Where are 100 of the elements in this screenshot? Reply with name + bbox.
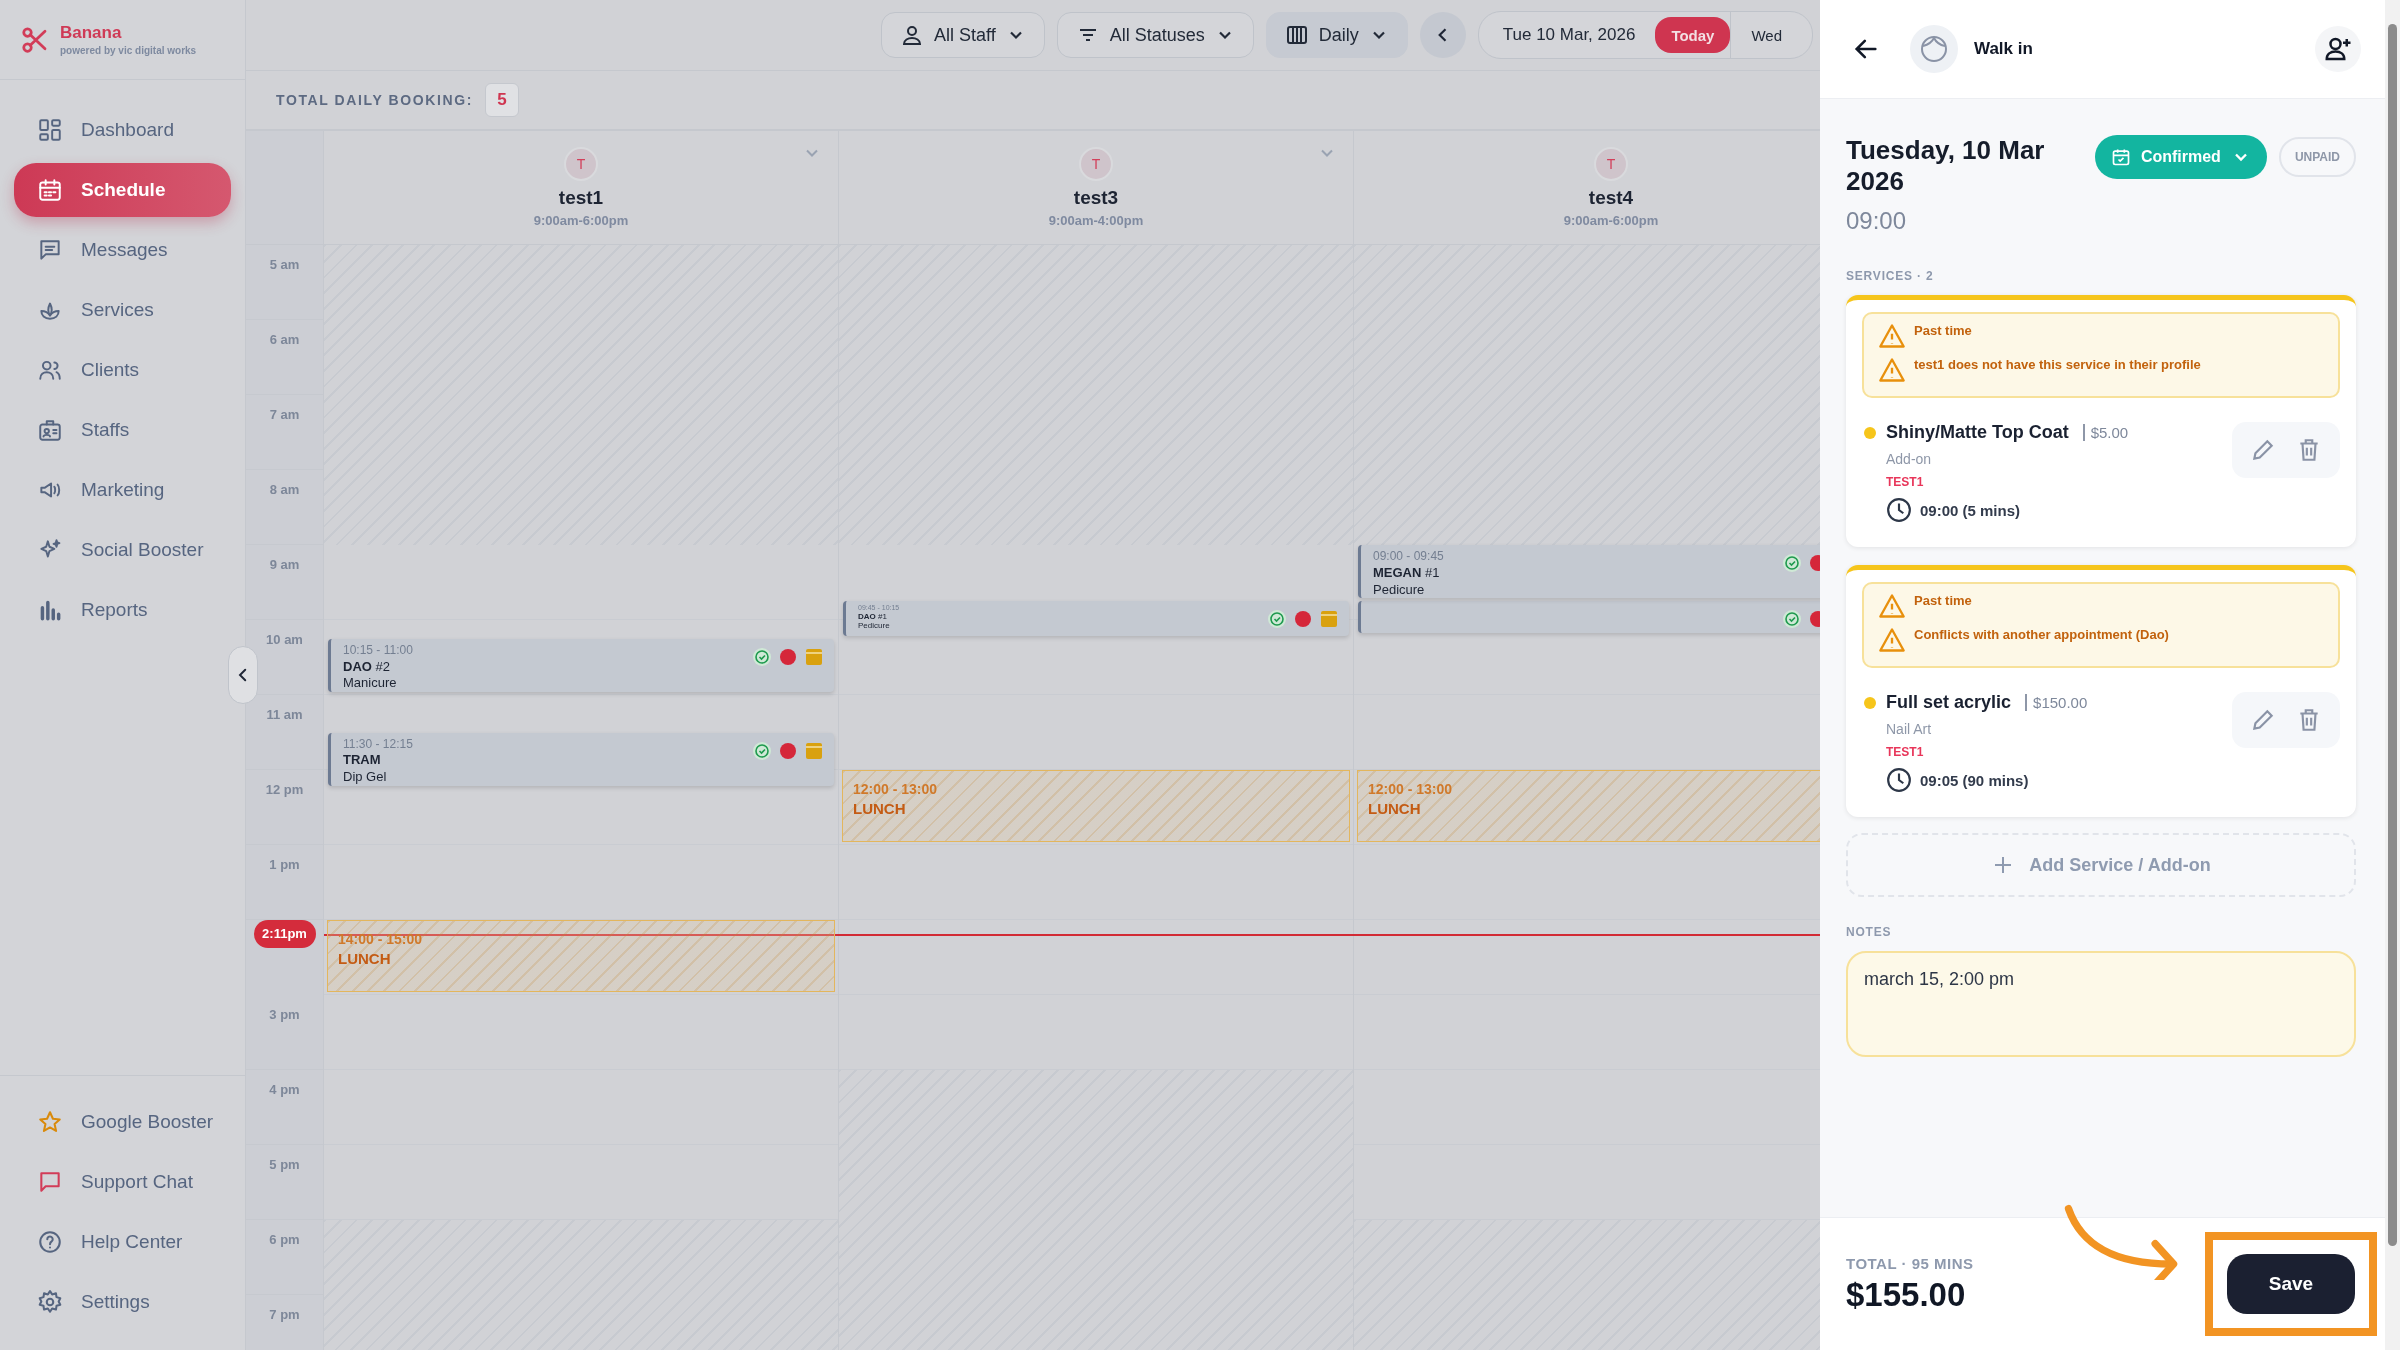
nav-item[interactable]: Marketing — [0, 460, 245, 520]
client-avatar-icon — [1910, 25, 1958, 73]
nav-item[interactable]: Support Chat — [0, 1152, 245, 1212]
star-icon — [37, 1109, 63, 1135]
lunch-block[interactable]: 12:00 - 13:00 LUNCH — [1357, 770, 1820, 842]
warning-icon — [1878, 356, 1906, 385]
note-icon — [804, 646, 824, 667]
check-circle-icon — [752, 646, 772, 667]
hour-label: 7 am — [269, 407, 300, 422]
chat-icon — [37, 1169, 63, 1195]
status-dropdown[interactable]: Confirmed — [2094, 135, 2267, 179]
status-dot-icon — [778, 646, 798, 667]
clock-icon — [1886, 497, 1912, 524]
warning-text: Conflicts with another appointment (Dao) — [1914, 627, 2169, 643]
client-name: Walk in — [1974, 39, 2033, 59]
appointment-time: 10:15 - 11:00 — [343, 643, 413, 658]
columns-icon — [1284, 23, 1309, 47]
date-button[interactable]: Tue 10 Mar, 2026 — [1482, 12, 1656, 58]
today-button[interactable]: Today — [1655, 17, 1731, 53]
lunch-block[interactable]: 14:00 - 15:00 LUNCH — [327, 920, 835, 992]
add-client-button[interactable] — [2315, 26, 2361, 72]
total-label: TOTAL · 95 MINS — [1846, 1254, 1975, 1272]
appointment-time: 09:00 - 09:45 — [1373, 550, 1444, 564]
view-dropdown[interactable]: Daily — [1265, 12, 1408, 58]
appointment-date: Tuesday, 10 Mar 2026 — [1846, 135, 2046, 198]
scrollbar-thumb[interactable] — [2388, 24, 2397, 1246]
service-dot — [1864, 696, 1876, 709]
note-icon — [804, 740, 824, 761]
service-time: 09:00 (5 mins) — [1920, 501, 2021, 519]
lunch-label: LUNCH — [853, 800, 906, 817]
staff-hours: 9:00am-6:00pm — [533, 213, 629, 228]
nav-item[interactable]: Messages — [0, 220, 245, 280]
nav-item[interactable]: Dashboard — [0, 100, 245, 160]
lunch-label: LUNCH — [338, 950, 391, 967]
hour-label: 1 pm — [269, 857, 300, 872]
dashboard-icon — [37, 117, 63, 143]
person-icon — [900, 23, 924, 47]
hour-label: 12 pm — [265, 782, 304, 797]
staff-avatar: T — [1079, 147, 1113, 181]
nav-item[interactable]: Clients — [0, 340, 245, 400]
service-category: Nail Art — [1886, 721, 1932, 738]
status-dot-icon — [1293, 608, 1313, 629]
appointment-card[interactable]: 09:00 - 09:45 MEGAN #1 Pedicure — [1358, 545, 1820, 599]
id-badge-icon — [37, 417, 63, 443]
check-circle-icon — [1782, 609, 1802, 630]
staff-filter-dropdown[interactable]: All Staff — [881, 12, 1045, 58]
notes-heading: NOTES — [1846, 925, 1892, 940]
nav-item[interactable]: Schedule — [14, 163, 231, 217]
services-heading: SERVICES · 2 — [1846, 269, 1934, 284]
staff-name: test4 — [1588, 187, 1634, 209]
appointment-card[interactable]: 11:30 - 12:15 TRAM Dip Gel — [328, 732, 834, 786]
status-filter-dropdown[interactable]: All Statuses — [1056, 12, 1254, 58]
note-icon — [1319, 608, 1339, 629]
service-name: Pedicure — [1373, 582, 1425, 598]
staff-tag: TEST1 — [1886, 745, 1924, 760]
warning-icon — [1878, 592, 1906, 621]
brand-tagline: powered by vic digital works — [60, 45, 197, 56]
client-name: MEGAN #1 — [1373, 565, 1440, 581]
service-name: Pedicure — [858, 621, 890, 631]
hour-label: 3 pm — [269, 1007, 300, 1022]
hour-label: 5 am — [269, 257, 300, 272]
service-price: $5.00 — [2082, 424, 2129, 442]
status-dot-icon — [778, 740, 798, 761]
nav-item[interactable]: Reports — [0, 580, 245, 640]
service-dot — [1864, 426, 1876, 439]
nav-item[interactable]: Staffs — [0, 400, 245, 460]
service-name: Dip Gel — [343, 770, 387, 786]
service-title: Full set acrylic — [1886, 692, 2012, 714]
nav-item[interactable]: Help Center — [0, 1212, 245, 1272]
nav-item[interactable]: Social Booster — [0, 520, 245, 580]
scrollbar[interactable] — [2385, 0, 2400, 1350]
warning-text: Past time — [1914, 323, 1972, 339]
payment-status-badge: UNPAID — [2278, 137, 2356, 177]
staff-hours: 9:00am-4:00pm — [1048, 213, 1144, 228]
check-circle-icon — [752, 740, 772, 761]
next-day-button[interactable]: Wed — [1730, 12, 1809, 58]
nav-item[interactable]: Settings — [0, 1272, 245, 1332]
hour-label: 10 am — [266, 632, 303, 647]
nav-item[interactable]: Services — [0, 280, 245, 340]
calendar-check-icon — [2110, 147, 2131, 167]
client-name: DAO #1 — [858, 612, 887, 622]
hour-label: 11 am — [266, 707, 303, 722]
service-time: 09:05 (90 mins) — [1920, 771, 2029, 789]
hour-label: 5 pm — [269, 1157, 300, 1172]
notes-field[interactable]: march 15, 2:00 pm — [1846, 951, 2356, 1058]
warning-icon — [1878, 322, 1906, 351]
appointment-card[interactable]: 10:15 - 11:00 DAO #2 Manicure — [328, 638, 834, 692]
add-service-button[interactable]: Add Service / Add-on — [1846, 833, 2356, 898]
staff-hours: 9:00am-6:00pm — [1563, 213, 1659, 228]
warning-icon — [1878, 626, 1906, 655]
save-button[interactable]: Save — [2227, 1254, 2355, 1314]
warning-text: test1 does not have this service in their profile — [1914, 357, 2201, 373]
hour-label: 6 am — [269, 332, 300, 347]
staff-avatar: T — [564, 147, 598, 181]
previous-day-button[interactable] — [1419, 12, 1466, 58]
help-icon — [37, 1229, 63, 1255]
appointment-time: 09:00 — [1846, 207, 1908, 236]
nav-item[interactable]: Google Booster — [0, 1092, 245, 1152]
message-icon — [37, 237, 63, 263]
lunch-block[interactable]: 12:00 - 13:00 LUNCH — [842, 770, 1350, 842]
